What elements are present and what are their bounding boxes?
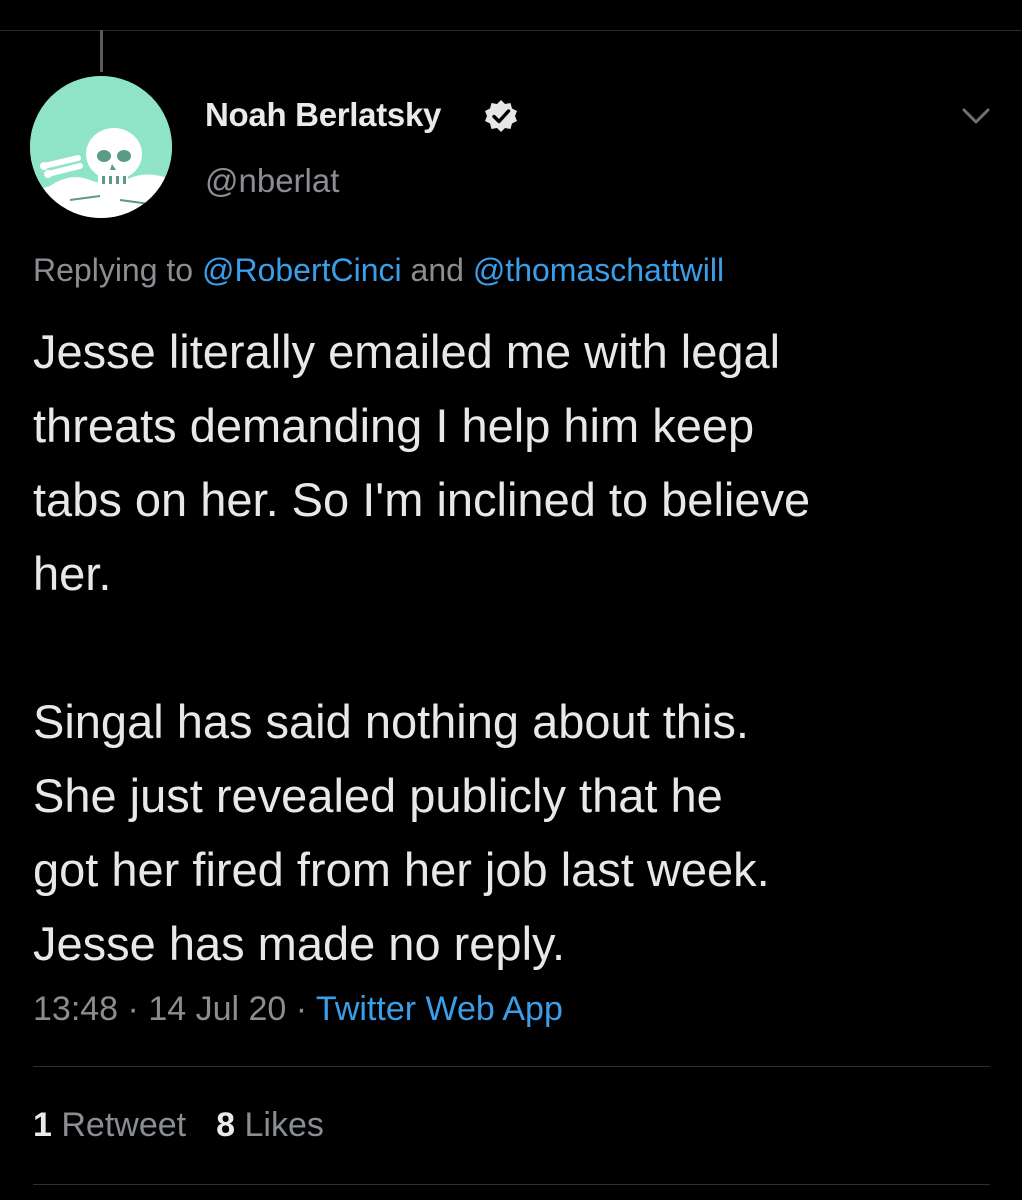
mention-link-thomaschattwill[interactable]: @thomaschattwill [473,252,724,288]
like-count: 8 [216,1106,236,1144]
tweet-text-line: Singal has said nothing about this. [33,695,749,748]
tweet-date[interactable]: 14 Jul 20 [148,990,286,1028]
likes-stat[interactable]: 8 Likes [216,1106,324,1144]
replying-prefix: Replying to [33,252,202,288]
verified-badge-icon [485,100,517,132]
avatar[interactable] [30,76,172,218]
tweet-meta: 13:48 · 14 Jul 20 · Twitter Web App [33,990,563,1029]
mention-link-robertcinci[interactable]: @RobertCinci [202,252,402,288]
retweets-stat[interactable]: 1 Retweet [33,1106,186,1144]
tweet-time[interactable]: 13:48 [33,990,118,1028]
tweet-text-line: She just revealed publicly that he [33,769,723,822]
top-divider [0,30,1022,31]
tweet-text-line: got her fired from her job last week. [33,843,770,896]
tweet-text-line: tabs on her. So I'm inclined to believe [33,473,811,526]
tweet-text-line: Jesse has made no reply. [33,917,566,970]
replying-to: Replying to @RobertCinci and @thomaschat… [33,252,724,289]
engagement-stats: 1 Retweet 8 Likes [33,1106,354,1145]
divider [33,1066,990,1067]
tweet-text-line: her. [33,547,112,600]
divider [33,1184,990,1185]
like-label: Likes [244,1106,324,1144]
replying-conjunction: and [401,252,473,288]
tweet-text-line: Jesse literally emailed me with legal [33,325,781,378]
retweet-count: 1 [33,1106,52,1144]
tweet-text: Jesse literally emailed me with legal th… [33,315,993,981]
chevron-down-icon[interactable] [960,104,992,128]
skull-icon [30,76,172,218]
tweet-source-link[interactable]: Twitter Web App [316,990,563,1028]
retweet-label: Retweet [61,1106,187,1144]
author-handle[interactable]: @nberlat [205,162,339,200]
author-name[interactable]: Noah Berlatsky [205,96,441,134]
thread-connector-line [100,30,103,72]
meta-separator: · [286,990,316,1028]
tweet-text-line: threats demanding I help him keep [33,399,755,452]
meta-separator: · [118,990,149,1028]
